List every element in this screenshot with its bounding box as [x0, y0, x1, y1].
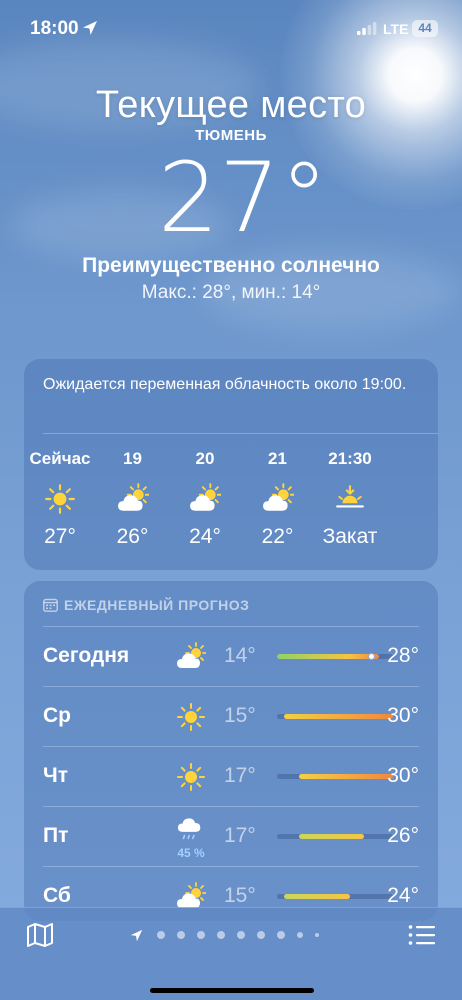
divider	[43, 433, 438, 434]
temp-range-bar	[277, 834, 393, 839]
location-arrow-icon	[130, 929, 143, 941]
divider	[43, 686, 419, 687]
page-dot[interactable]	[157, 931, 165, 939]
condition-text: Преимущественно солнечно	[82, 254, 380, 277]
hour-temp: 27°	[44, 525, 76, 548]
battery-indicator: 44	[412, 20, 438, 37]
sun-icon	[45, 484, 75, 514]
temp-range-fill	[298, 774, 393, 779]
bottom-toolbar	[0, 907, 462, 1000]
hour-label: 20	[195, 449, 215, 468]
daily-row[interactable]: Пт 45 % 17° 26°	[43, 806, 438, 866]
partly-cloudy-icon	[117, 483, 149, 511]
day-max-temp: 30°	[387, 764, 419, 787]
page-dot[interactable]	[217, 931, 225, 939]
home-indicator	[150, 988, 314, 993]
temp-range-bar	[277, 714, 393, 719]
page-dot[interactable]	[197, 931, 205, 939]
hour-item: Сейчас 27°	[20, 449, 100, 549]
day-min-temp: 17°	[224, 824, 256, 847]
hour-item: 21 22°	[238, 449, 318, 549]
hour-label: 21	[268, 449, 287, 468]
day-min-temp: 14°	[224, 644, 256, 667]
day-label: Сегодня	[43, 644, 130, 667]
temp-range-bar	[277, 653, 393, 660]
page-indicator[interactable]	[130, 928, 325, 942]
hour-label: 21:30	[328, 449, 372, 468]
rain-cloud-icon	[177, 818, 201, 840]
day-label: Ср	[43, 704, 71, 727]
hour-temp: Закат	[322, 525, 378, 548]
day-max-temp: 28°	[387, 644, 419, 667]
sun-icon	[177, 703, 205, 731]
hi-lo-text: Макс.: 28°, мин.: 14°	[141, 282, 321, 303]
signal-bars-icon	[357, 22, 377, 35]
daily-forecast-card[interactable]: ЕЖЕДНЕВНЫЙ ПРОГНОЗ Сегодня 14° 28° Ср 15…	[24, 581, 438, 921]
daily-row[interactable]: Чт 17° 30°	[43, 746, 438, 806]
list-icon[interactable]	[408, 924, 436, 946]
divider	[43, 866, 419, 867]
page-dot[interactable]	[277, 931, 285, 939]
daily-header: ЕЖЕДНЕВНЫЙ ПРОГНОЗ	[43, 595, 249, 615]
map-icon[interactable]	[26, 922, 54, 948]
page-dot[interactable]	[297, 932, 303, 938]
page-dot[interactable]	[257, 931, 265, 939]
forecast-note: Ожидается переменная облачность около 19…	[43, 376, 407, 393]
page-dot[interactable]	[177, 931, 185, 939]
day-min-temp: 15°	[224, 704, 256, 727]
partly-cloudy-icon	[177, 642, 206, 668]
day-label: Пт	[43, 824, 69, 847]
divider	[43, 626, 419, 627]
day-label: Сб	[43, 884, 71, 907]
hour-temp: 26°	[116, 525, 149, 548]
hourly-forecast-card[interactable]: Ожидается переменная облачность около 19…	[24, 359, 438, 570]
hour-item: 19 26°	[93, 449, 173, 549]
precip-chance: 45 %	[177, 846, 205, 860]
hour-label: 19	[123, 449, 142, 468]
temp-range-bar	[277, 894, 393, 899]
day-label: Чт	[43, 764, 69, 787]
sun-icon	[177, 763, 205, 791]
location-arrow-icon	[83, 21, 97, 35]
divider	[43, 746, 419, 747]
partly-cloudy-icon	[190, 483, 221, 511]
status-time: 18:00	[30, 18, 79, 39]
daily-row[interactable]: Сегодня 14° 28°	[43, 626, 438, 686]
location-title: Текущее место	[95, 84, 367, 126]
hour-label: Сейчас	[29, 449, 91, 468]
partly-cloudy-icon	[262, 483, 294, 511]
hour-item: 20 24°	[165, 449, 245, 549]
current-temperature: 27°	[157, 142, 329, 254]
temp-range-fill	[298, 834, 364, 839]
temp-range-fill	[284, 894, 350, 899]
temp-range-fill	[284, 714, 393, 719]
temp-range-fill	[277, 654, 379, 659]
page-dot[interactable]	[315, 933, 319, 937]
sunset-icon	[336, 485, 364, 508]
page-dot[interactable]	[237, 931, 245, 939]
status-bar: 18:00 LTE 44	[0, 0, 462, 58]
day-min-temp: 15°	[224, 884, 256, 907]
day-max-temp: 30°	[387, 704, 419, 727]
hour-temp: 22°	[261, 525, 294, 548]
temp-range-bar	[277, 774, 393, 779]
calendar-icon	[43, 598, 58, 612]
day-max-temp: 24°	[387, 884, 419, 907]
network-type: LTE	[383, 21, 409, 37]
hour-item: 21:30 Закат	[310, 449, 390, 549]
hour-temp: 24°	[189, 525, 221, 548]
day-min-temp: 17°	[224, 764, 256, 787]
weather-header: Текущее место ТЮМЕНЬ 27° Преимущественно…	[0, 84, 462, 304]
divider	[43, 806, 419, 807]
daily-row[interactable]: Ср 15° 30°	[43, 686, 438, 746]
day-max-temp: 26°	[387, 824, 419, 847]
daily-title: ЕЖЕДНЕВНЫЙ ПРОГНОЗ	[64, 597, 250, 613]
